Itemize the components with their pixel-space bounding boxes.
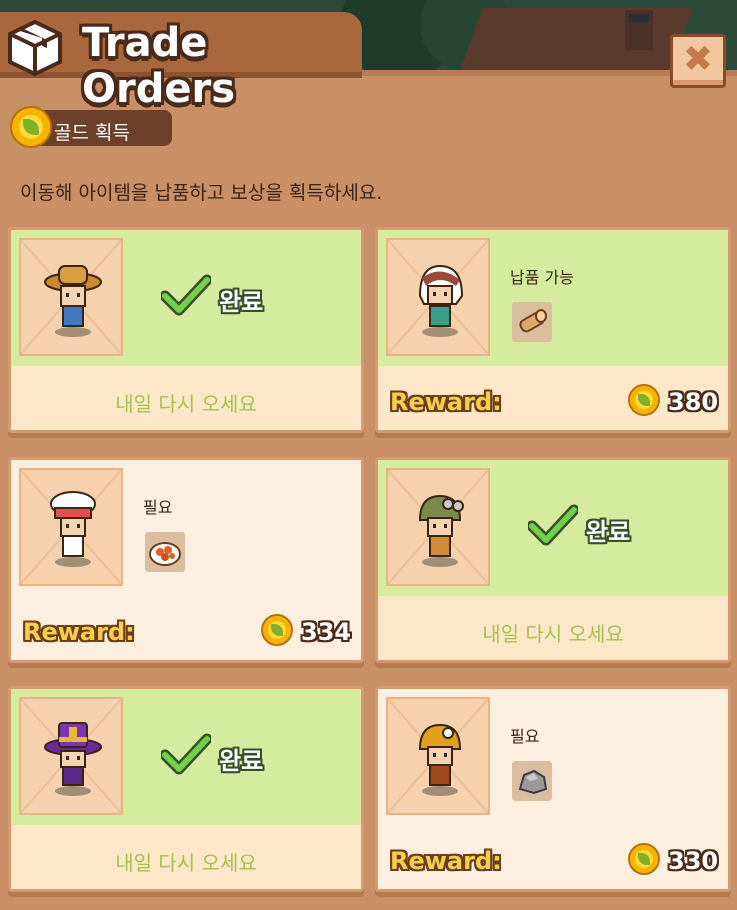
gold-badge: 골드 획득	[10, 106, 172, 148]
npc-portrait	[19, 697, 123, 815]
npc-portrait	[19, 238, 123, 356]
reward-amount: 330	[668, 847, 719, 875]
npc-portrait	[19, 468, 123, 586]
gold-badge-label: 골드 획득	[54, 122, 130, 144]
close-button[interactable]: ✖	[670, 34, 726, 88]
stone-icon	[518, 769, 548, 795]
come-back-tomorrow-label: 내일 다시 오세요	[115, 851, 257, 875]
reward-amount: 334	[301, 618, 352, 646]
npc-portrait	[386, 468, 490, 586]
reward-label: Reward:	[390, 847, 502, 875]
miner-npc-icon	[418, 723, 462, 796]
explorer-npc-icon	[418, 494, 464, 567]
trade-order-card[interactable]: 필요 Reward: 334	[8, 457, 364, 663]
wizard-npc-icon	[44, 722, 102, 796]
checkmark-icon	[161, 274, 211, 316]
requirement-label: 필요	[143, 498, 173, 517]
status-completed-label: 완료	[586, 518, 631, 546]
required-item-slot	[512, 761, 552, 801]
food-plate-icon	[149, 542, 181, 566]
come-back-tomorrow-label: 내일 다시 오세요	[115, 392, 257, 416]
status-completed-label: 완료	[219, 288, 264, 316]
trade-order-card[interactable]: 필요 Reward: 330	[375, 686, 731, 892]
box-icon	[8, 19, 62, 76]
required-item-slot	[512, 302, 552, 342]
description-text: 이동해 아이템을 납품하고 보상을 획득하세요.	[20, 182, 383, 204]
title-tab: Trade Orders	[0, 12, 362, 112]
reward-label: Reward:	[390, 388, 502, 416]
trade-order-card[interactable]: 납품 가능 Reward: 380	[375, 227, 731, 433]
trade-order-card[interactable]: 완료 내일 다시 오세요	[8, 686, 364, 892]
gold-coin-icon	[10, 106, 52, 148]
reward-amount: 380	[668, 388, 719, 416]
requirement-label: 필요	[510, 727, 540, 746]
reward-label: Reward:	[23, 618, 135, 646]
npc-portrait	[386, 697, 490, 815]
npc-portrait	[386, 238, 490, 356]
farmer-npc-icon	[44, 265, 102, 337]
gold-coin-icon	[261, 614, 293, 646]
checkmark-icon	[161, 733, 211, 775]
chef-npc-icon	[50, 491, 96, 567]
close-icon: ✖	[682, 39, 714, 80]
gold-coin-icon	[628, 843, 660, 875]
required-item-slot	[145, 532, 185, 572]
status-completed-label: 완료	[219, 747, 264, 775]
trade-order-card[interactable]: 완료 내일 다시 오세요	[8, 227, 364, 433]
trade-order-card[interactable]: 완료 내일 다시 오세요	[375, 457, 731, 663]
checkmark-icon	[528, 504, 578, 546]
white-hood-npc-icon	[418, 264, 464, 337]
gold-coin-icon	[628, 384, 660, 416]
page-title: Trade Orders	[82, 20, 236, 112]
wood-log-icon	[519, 309, 547, 333]
requirement-label: 납품 가능	[510, 268, 574, 287]
come-back-tomorrow-label: 내일 다시 오세요	[482, 622, 624, 646]
